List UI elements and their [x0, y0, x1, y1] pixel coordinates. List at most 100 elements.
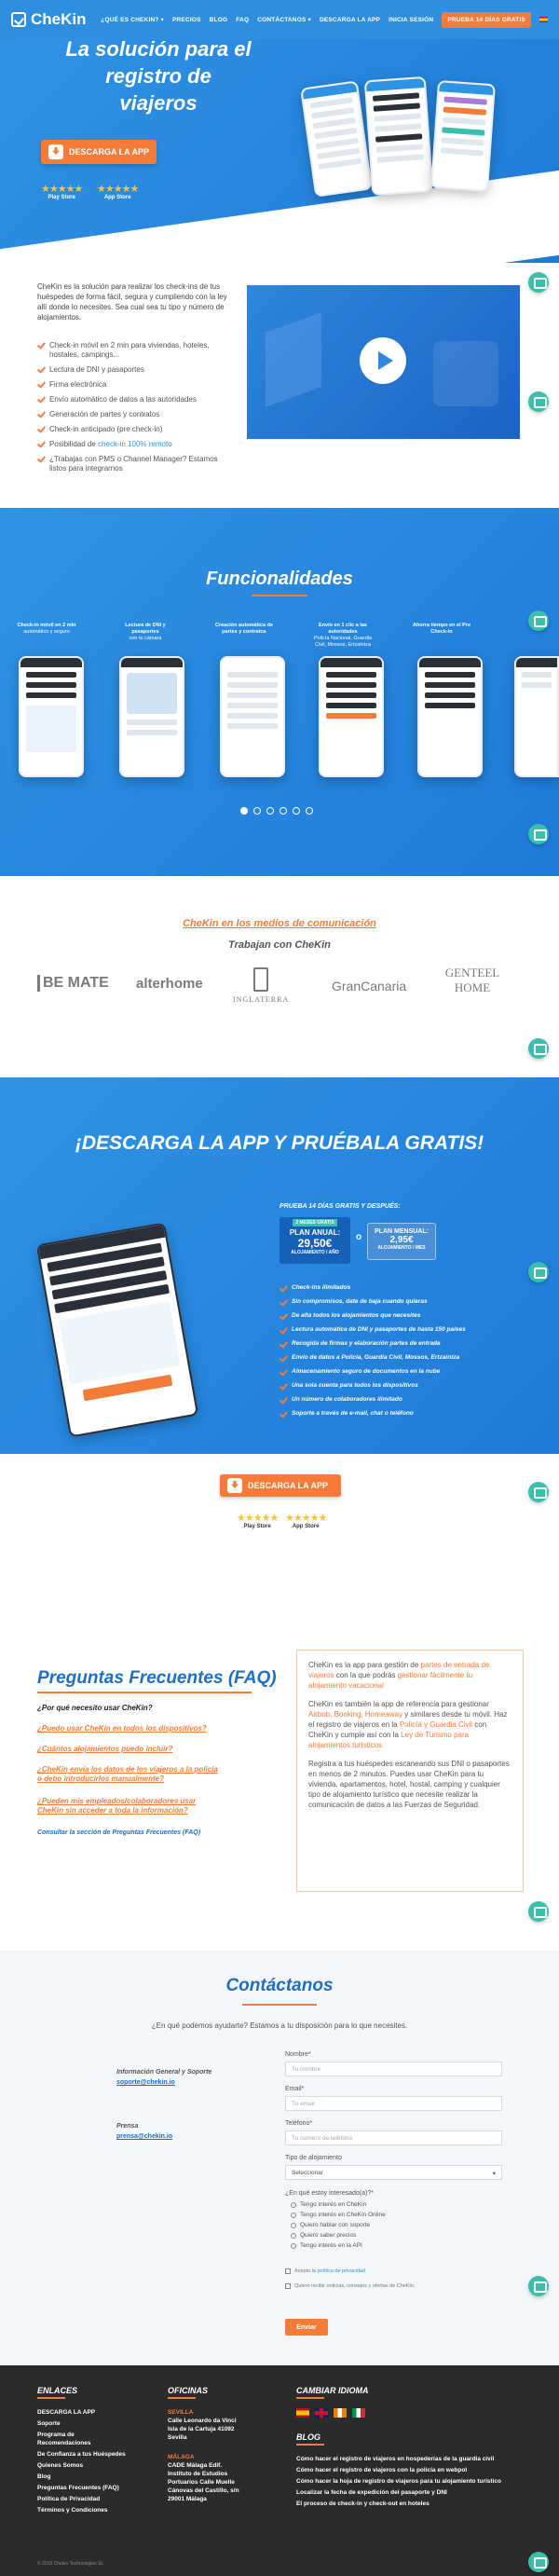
blog-post-link[interactable]: Cómo hacer el registro de viajeros con l… — [296, 2466, 467, 2474]
interest-option[interactable]: Tengo interés en CheKin — [291, 2201, 366, 2208]
carousel-dot[interactable] — [253, 807, 261, 815]
media-link[interactable]: CheKin en los medios de comunicación — [0, 918, 559, 929]
accommodation-type-select[interactable]: Seleccionar ▾ — [285, 2165, 502, 2180]
check-icon — [280, 1327, 286, 1334]
check-icon — [37, 441, 44, 447]
monthly-plan[interactable]: PLAN MENSUAL: 2,95€ ALOJAMIENTO / MES — [367, 1223, 436, 1260]
ireland-flag-icon[interactable] — [334, 2408, 347, 2418]
download-app-button[interactable]: DESCARGA LA APP — [220, 1474, 341, 1497]
chat-icon[interactable] — [528, 610, 549, 631]
list-item: Una sola cuenta para todos los dispositi… — [280, 1382, 531, 1390]
footer-link[interactable]: Términos y Condiciones — [37, 2506, 108, 2514]
chat-icon[interactable] — [528, 1901, 549, 1922]
chat-icon[interactable] — [528, 2552, 549, 2572]
feature-label: Ahorra tiempo en el Pre Check-in — [412, 623, 471, 635]
copyright: © 2019 Chekin Technologies SL — [37, 2561, 104, 2567]
list-item: De alta todos los alojamientos que neces… — [280, 1312, 531, 1320]
carousel-dot[interactable] — [293, 807, 300, 815]
faq-question[interactable]: ¿Puedo usar CheKin en todos los disposit… — [37, 1724, 224, 1733]
spain-flag-icon[interactable] — [539, 17, 548, 22]
app-store-rating[interactable]: ★★★★★ App Store — [285, 1512, 327, 1529]
uk-flag-icon[interactable] — [315, 2408, 328, 2418]
italy-flag-icon[interactable] — [352, 2408, 365, 2418]
annual-plan[interactable]: 2 MESES GRATIS PLAN ANUAL: 29,50€ ALOJAM… — [280, 1217, 350, 1264]
chat-icon[interactable] — [528, 272, 549, 293]
brand-logo: BE MATE — [37, 975, 109, 992]
footer-links-title: ENLACES — [37, 2386, 78, 2395]
name-field[interactable]: Tu nombre — [285, 2062, 502, 2076]
spain-flag-icon[interactable] — [296, 2408, 309, 2418]
nav-faq[interactable]: FAQ — [236, 17, 249, 23]
checkbox-icon — [285, 2268, 291, 2274]
app-store-rating[interactable]: ★★★★★ App Store — [97, 183, 139, 200]
footer-link[interactable]: Preguntas Frecuentes (FAQ) — [37, 2484, 119, 2492]
footer-link[interactable]: DESCARGA LA APP — [37, 2408, 95, 2417]
faq-question[interactable]: ¿CheKin envía los datos de los viajeros … — [37, 1765, 224, 1784]
carousel-dot[interactable] — [240, 807, 248, 815]
plan-features: Check-ins ilimitados Sin compromisos, da… — [280, 1284, 531, 1424]
free-trial-button[interactable]: PRUEBA 14 DÍAS GRATIS — [442, 11, 531, 28]
logo[interactable]: CheKin — [11, 10, 87, 29]
radio-icon — [291, 2242, 296, 2249]
intro-video[interactable] — [247, 285, 520, 439]
interest-option[interactable]: Tengo interés en CheKin Online — [291, 2212, 386, 2218]
list-item: Generación de partes y contratos — [37, 410, 233, 419]
nav-blog[interactable]: BLOG — [210, 17, 228, 23]
chat-icon[interactable] — [528, 1262, 549, 1282]
download-app-label: DESCARGA LA APP — [248, 1481, 329, 1490]
carousel-dot[interactable] — [266, 807, 274, 815]
nav-inicia-sesion[interactable]: INICIA SESIÓN — [389, 17, 433, 23]
nav-contactanos[interactable]: CONTÁCTANOS ▾ — [257, 16, 311, 23]
nav-que-es-chekin[interactable]: ¿QUÉ ES CHEKIN? ▾ — [101, 16, 164, 23]
privacy-checkbox[interactable]: Acepto la política de privacidad — [285, 2268, 365, 2274]
footer-language-title: CAMBIAR IDIOMA — [296, 2386, 369, 2395]
phone-field[interactable]: Tu número de teléfono — [285, 2131, 502, 2145]
blog-post-link[interactable]: Cómo hacer el registro de viajeros en ho… — [296, 2455, 494, 2463]
support-email-link[interactable]: soporte@chekin.io — [116, 2079, 175, 2086]
play-store-rating[interactable]: ★★★★★ Play Store — [41, 183, 83, 200]
footer-link[interactable]: Política de Privacidad — [37, 2495, 100, 2503]
footer-link[interactable]: Blog — [37, 2473, 50, 2481]
chat-icon[interactable] — [528, 1482, 549, 1502]
chat-icon[interactable] — [528, 391, 549, 412]
blog-post-link[interactable]: El proceso de check-in y check-out en ho… — [296, 2500, 429, 2508]
monthly-sub: ALOJAMIENTO / MES — [377, 1245, 426, 1251]
faq-question[interactable]: ¿Cuántos alojamientos puedo incluir? — [37, 1745, 224, 1754]
nav-precios[interactable]: PRECIOS — [172, 17, 201, 23]
feature-phone-6 — [514, 656, 559, 777]
chat-icon[interactable] — [528, 2276, 549, 2296]
remote-checkin-link[interactable]: check-in 100% remoto — [98, 440, 172, 448]
faq-section-link[interactable]: Consultar la sección de Preguntas Frecue… — [37, 1829, 224, 1838]
download-icon — [227, 1478, 242, 1493]
footer-link[interactable]: Soporte — [37, 2419, 61, 2428]
play-store-rating[interactable]: ★★★★★ Play Store — [237, 1512, 279, 1529]
newsletter-checkbox[interactable]: Quiero recibir noticias, consejos y ofer… — [285, 2283, 415, 2289]
footer-link[interactable]: Quienes Somos — [37, 2461, 83, 2470]
office-city: SEVILLA — [168, 2409, 194, 2416]
interest-option[interactable]: Quiero hablar con soporte — [291, 2222, 370, 2228]
footer-link[interactable]: De Confianza a tus Huéspedes — [37, 2450, 126, 2459]
privacy-policy-link[interactable]: política de privacidad — [317, 2268, 365, 2274]
hero-download-button[interactable]: DESCARGA LA APP — [41, 140, 157, 164]
footer-link[interactable]: Programa de Recomendaciones — [37, 2431, 121, 2447]
carousel-dot[interactable] — [306, 807, 313, 815]
interest-option[interactable]: Tengo interés en la API — [291, 2242, 362, 2249]
blog-post-link[interactable]: Cómo hacer la hoja de registro de viajer… — [296, 2477, 501, 2486]
nav-descarga-app[interactable]: DESCARGA LA APP — [320, 17, 380, 23]
hero-title: La solución para el registro de viajeros — [65, 37, 252, 115]
radio-icon — [291, 2212, 296, 2218]
press-email-link[interactable]: prensa@chekin.io — [116, 2133, 172, 2140]
chat-icon[interactable] — [528, 1038, 549, 1059]
email-field[interactable]: Tu email — [285, 2096, 502, 2111]
carousel-dot[interactable] — [280, 807, 287, 815]
chat-icon[interactable] — [528, 824, 549, 844]
rating-stars: ★★★★★ — [97, 184, 139, 195]
faq-question[interactable]: ¿Pueden mis empleados/colaboradores usar… — [37, 1797, 224, 1816]
footer-blog-title: BLOG — [296, 2432, 320, 2442]
interest-option[interactable]: Quiero saber precios — [291, 2232, 356, 2239]
send-button[interactable]: Enviar — [285, 2319, 328, 2336]
play-icon[interactable] — [360, 337, 406, 384]
blog-post-link[interactable]: Localizar la fecha de expedición del pas… — [296, 2488, 447, 2497]
faq-question[interactable]: ¿Por qué necesito usar CheKin? — [37, 1704, 224, 1713]
list-item: Soporte a través de e-mail, chat o teléf… — [280, 1410, 531, 1418]
